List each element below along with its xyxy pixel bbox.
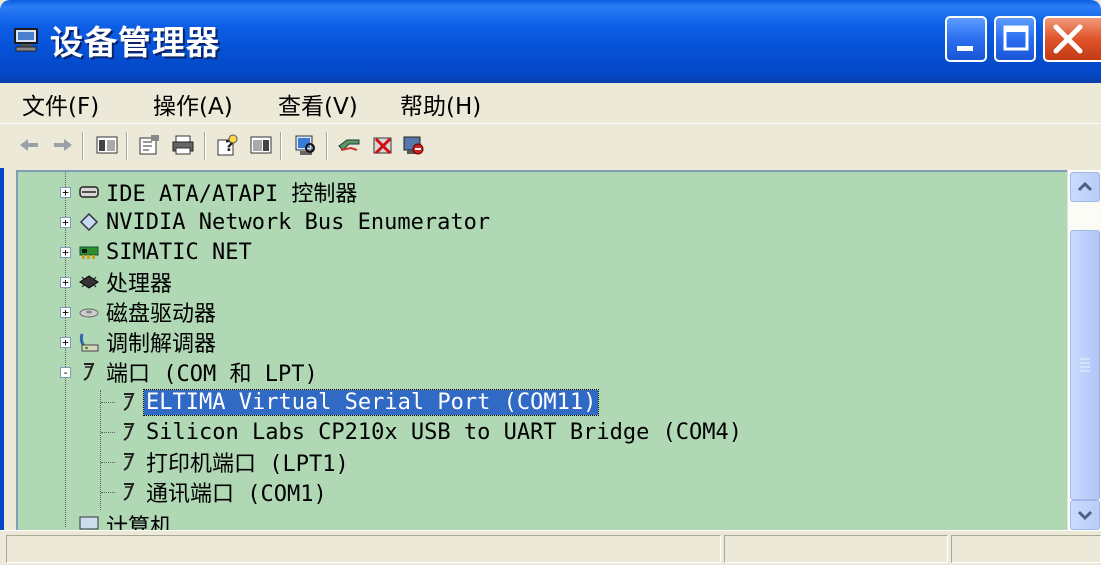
toolbar-separator (326, 132, 328, 160)
port-icon (123, 453, 135, 471)
scan-hardware-icon[interactable] (292, 132, 318, 158)
device-tree[interactable]: + IDE ATA/ATAPI 控制器 + NVIDIA Network Bus… (16, 170, 1067, 530)
tree-item-label: Silicon Labs CP210x USB to UART Bridge (… (146, 419, 743, 445)
menu-help[interactable]: 帮助(H) (400, 87, 481, 121)
menu-bar: 文件(F) 操作(A) 查看(V) 帮助(H) (0, 83, 1101, 123)
port-icon (123, 423, 135, 441)
tree-item-label: 端口 (COM 和 LPT) (106, 362, 318, 387)
tree-item-selected[interactable]: ELTIMA Virtual Serial Port (COM11) (118, 387, 600, 417)
tree-item-label: ELTIMA Virtual Serial Port (COM11) (142, 388, 600, 416)
status-bar (0, 530, 1101, 565)
processor-icon (79, 275, 99, 289)
back-icon[interactable] (16, 132, 42, 158)
tree-guide-line (101, 462, 115, 463)
show-hide-tree-icon[interactable] (94, 132, 120, 158)
status-pane (724, 535, 948, 563)
close-icon (1053, 24, 1083, 54)
expand-toggle[interactable]: + (60, 187, 71, 198)
chevron-down-icon (1077, 510, 1093, 521)
tree-guide-line (101, 492, 115, 493)
minimize-button[interactable] (945, 16, 987, 62)
expand-toggle[interactable]: + (60, 307, 71, 318)
tree-item-label: 计算机 (106, 515, 173, 530)
status-pane (6, 535, 721, 563)
menu-file[interactable]: 文件(F) (22, 87, 99, 121)
port-icon (83, 363, 95, 381)
expand-toggle[interactable]: + (60, 277, 71, 288)
maximize-icon (1003, 25, 1029, 51)
simatic-card-icon (79, 246, 99, 259)
tree-item-label: 通讯端口 (COM1) (146, 482, 327, 507)
tree-item[interactable]: + SIMATIC NET (60, 237, 254, 267)
menu-view[interactable]: 查看(V) (278, 87, 358, 121)
toolbar-separator (280, 132, 282, 160)
tree-item-label: 磁盘驱动器 (106, 302, 217, 327)
device-manager-icon (12, 26, 42, 54)
tree-item[interactable]: - 端口 (COM 和 LPT) (60, 357, 320, 387)
tree-item-label: 打印机端口 (LPT1) (146, 452, 349, 477)
expand-toggle[interactable]: + (60, 217, 71, 228)
network-bus-icon (79, 212, 99, 232)
collapse-toggle[interactable]: - (60, 367, 71, 378)
tree-item[interactable]: 通讯端口 (COM1) (118, 477, 329, 507)
device-manager-window: 设备管理器 文件(F) 操作(A) 查看(V) 帮助(H) ? + IDE AT… (0, 0, 1101, 565)
tree-item-partial[interactable]: 计算机 (78, 510, 174, 530)
scroll-down-button[interactable] (1070, 500, 1100, 530)
help-icon[interactable]: ? (214, 132, 240, 158)
tree-item[interactable]: + IDE ATA/ATAPI 控制器 (60, 177, 359, 207)
tree-item-label: 处理器 (106, 272, 173, 297)
status-pane (951, 535, 1101, 563)
port-icon (123, 483, 135, 501)
grip-icon (1080, 358, 1090, 372)
disable-icon[interactable] (400, 132, 426, 158)
tree-item[interactable]: + 处理器 (60, 267, 174, 297)
print-icon[interactable] (170, 132, 196, 158)
tree-item-label: NVIDIA Network Bus Enumerator (106, 209, 491, 235)
uninstall-icon[interactable] (370, 132, 396, 158)
scroll-up-button[interactable] (1070, 172, 1100, 202)
tree-item-label: 调制解调器 (106, 332, 217, 357)
tree-item-label: IDE ATA/ATAPI 控制器 (106, 182, 358, 207)
tree-item[interactable]: 打印机端口 (LPT1) (118, 447, 351, 477)
ide-controller-icon (79, 186, 99, 198)
window-title: 设备管理器 (50, 23, 220, 62)
toolbar-separator (126, 132, 128, 160)
port-icon (123, 393, 135, 411)
minimize-icon (957, 46, 973, 51)
chevron-up-icon (1077, 181, 1093, 192)
update-driver-icon[interactable] (336, 132, 362, 158)
expand-toggle[interactable]: + (60, 337, 71, 348)
expand-toggle[interactable]: + (60, 247, 71, 258)
maximize-button[interactable] (994, 16, 1036, 62)
tree-item[interactable]: + 磁盘驱动器 (60, 297, 218, 327)
title-bar[interactable]: 设备管理器 (0, 0, 1101, 83)
view-icon[interactable] (248, 132, 274, 158)
disk-drive-icon (79, 308, 99, 318)
tree-item-label: SIMATIC NET (106, 239, 252, 265)
scroll-thumb[interactable] (1070, 230, 1100, 500)
tree-item[interactable]: Silicon Labs CP210x USB to UART Bridge (… (118, 417, 744, 447)
toolbar-separator (82, 132, 84, 160)
close-button[interactable] (1043, 16, 1101, 62)
vertical-scrollbar[interactable] (1067, 170, 1101, 530)
forward-icon[interactable] (50, 132, 76, 158)
tree-guide-line (101, 402, 115, 403)
tree-guide-line (101, 432, 115, 433)
properties-icon[interactable] (136, 132, 162, 158)
modem-icon (79, 333, 99, 352)
tree-item[interactable]: + 调制解调器 (60, 327, 218, 357)
tree-item[interactable]: + NVIDIA Network Bus Enumerator (60, 207, 492, 237)
menu-action[interactable]: 操作(A) (153, 87, 233, 121)
computer-icon (79, 516, 99, 530)
toolbar: ? (0, 123, 1101, 168)
toolbar-separator (204, 132, 206, 160)
